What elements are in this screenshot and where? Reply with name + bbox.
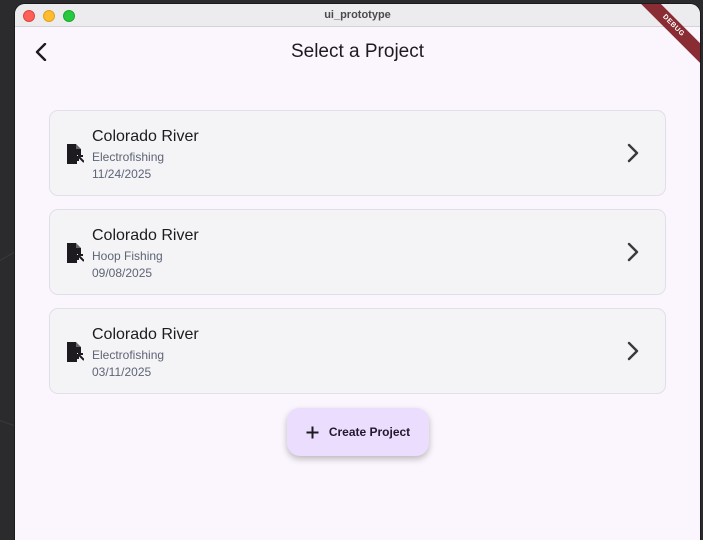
project-name: Colorado River bbox=[92, 227, 199, 244]
project-date: 09/08/2025 bbox=[92, 266, 153, 280]
project-date: 11/24/2025 bbox=[92, 167, 152, 181]
project-name: Colorado River bbox=[92, 326, 199, 343]
create-project-button[interactable]: Create Project bbox=[287, 408, 429, 456]
project-card[interactable]: Colorado River Hoop Fishing 09/08/2025 bbox=[49, 209, 666, 295]
file-icon bbox=[67, 243, 84, 263]
project-name: Colorado River bbox=[92, 128, 199, 145]
chevron-right-icon bbox=[627, 242, 639, 262]
page-title: Select a Project bbox=[290, 41, 425, 62]
project-method: Hoop Fishing bbox=[92, 249, 163, 263]
window-title: ui_prototype bbox=[324, 9, 391, 21]
file-icon bbox=[67, 144, 84, 164]
project-date: 03/11/2025 bbox=[92, 365, 152, 379]
chevron-right-icon bbox=[627, 341, 639, 361]
file-icon bbox=[67, 342, 84, 362]
project-card[interactable]: Colorado River Electrofishing 03/11/2025 bbox=[49, 308, 666, 394]
project-method: Electrofishing bbox=[92, 150, 165, 164]
project-list: Colorado River Electrofishing 11/24/2025… bbox=[49, 110, 666, 407]
app-window: ui_prototype Select a Project DEBUG Colo… bbox=[15, 4, 700, 540]
project-method: Electrofishing bbox=[92, 348, 165, 362]
window-titlebar[interactable]: ui_prototype bbox=[15, 4, 700, 27]
chevron-right-icon bbox=[627, 143, 639, 163]
project-card[interactable]: Colorado River Electrofishing 11/24/2025 bbox=[49, 110, 666, 196]
plus-icon bbox=[306, 426, 319, 438]
app-bar: Select a Project bbox=[15, 27, 700, 77]
create-project-label: Create Project bbox=[328, 425, 411, 439]
